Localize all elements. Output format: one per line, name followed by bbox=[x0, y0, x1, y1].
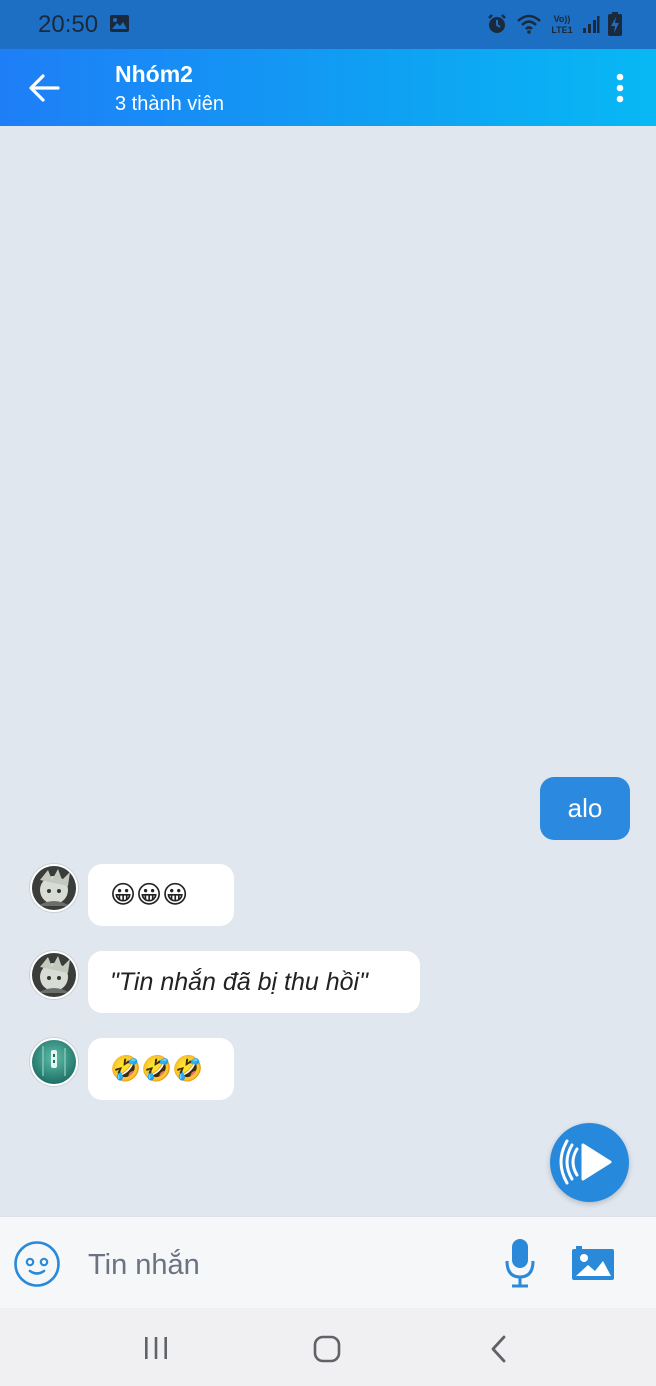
alarm-icon bbox=[488, 14, 506, 33]
avatar-anime-image bbox=[32, 866, 76, 910]
network-label-top: Vo)) bbox=[554, 14, 571, 24]
message-composer bbox=[0, 1216, 656, 1309]
emoji-text: 🤣🤣🤣 bbox=[110, 1054, 204, 1083]
audio-play-button[interactable] bbox=[550, 1123, 629, 1202]
audio-play-icon bbox=[559, 1139, 612, 1185]
message-list[interactable]: alo 😀😀😀 "Tin nhắn đã bị thu hồi" 🤣🤣🤣 bbox=[0, 126, 656, 1216]
avatar[interactable] bbox=[30, 951, 78, 999]
status-icons: Vo)) LTE1 bbox=[486, 11, 622, 37]
home-icon[interactable] bbox=[312, 1334, 342, 1364]
message-input[interactable] bbox=[86, 1239, 480, 1291]
message-incoming-recalled[interactable]: "Tin nhắn đã bị thu hồi" bbox=[88, 951, 420, 1013]
status-bar: 20:50 Vo)) LTE1 bbox=[0, 0, 656, 49]
back-icon[interactable] bbox=[488, 1334, 510, 1364]
message-incoming[interactable]: 😀😀😀 bbox=[88, 864, 234, 926]
more-vertical-icon[interactable] bbox=[606, 71, 634, 105]
volte-lte-icon: Vo)) LTE1 bbox=[551, 14, 572, 35]
network-label-bottom: LTE1 bbox=[551, 25, 572, 35]
avatar-teal-image bbox=[32, 1040, 76, 1084]
status-time: 20:50 bbox=[38, 11, 99, 38]
member-count[interactable]: 3 thành viên bbox=[115, 93, 224, 116]
wifi-icon bbox=[517, 14, 541, 34]
message-outgoing[interactable]: alo bbox=[540, 777, 630, 840]
image-icon[interactable] bbox=[571, 1245, 615, 1281]
avatar[interactable] bbox=[30, 1038, 78, 1086]
signal-icon bbox=[583, 16, 600, 33]
battery-charging-icon bbox=[608, 12, 622, 36]
smiley-icon[interactable] bbox=[13, 1240, 61, 1288]
gallery-icon bbox=[110, 15, 129, 32]
avatar[interactable] bbox=[30, 864, 78, 912]
group-title[interactable]: Nhóm2 bbox=[115, 61, 193, 88]
message-incoming[interactable]: 🤣🤣🤣 bbox=[88, 1038, 234, 1100]
recent-apps-icon[interactable] bbox=[142, 1336, 170, 1360]
microphone-icon[interactable] bbox=[503, 1237, 537, 1289]
arrow-left-icon[interactable] bbox=[26, 71, 62, 105]
recalled-text: "Tin nhắn đã bị thu hồi" bbox=[110, 967, 368, 996]
system-nav-bar bbox=[0, 1308, 656, 1386]
avatar-anime-image bbox=[32, 953, 76, 997]
emoji-text: 😀😀😀 bbox=[110, 881, 189, 909]
chat-header: Nhóm2 3 thành viên bbox=[0, 49, 656, 126]
